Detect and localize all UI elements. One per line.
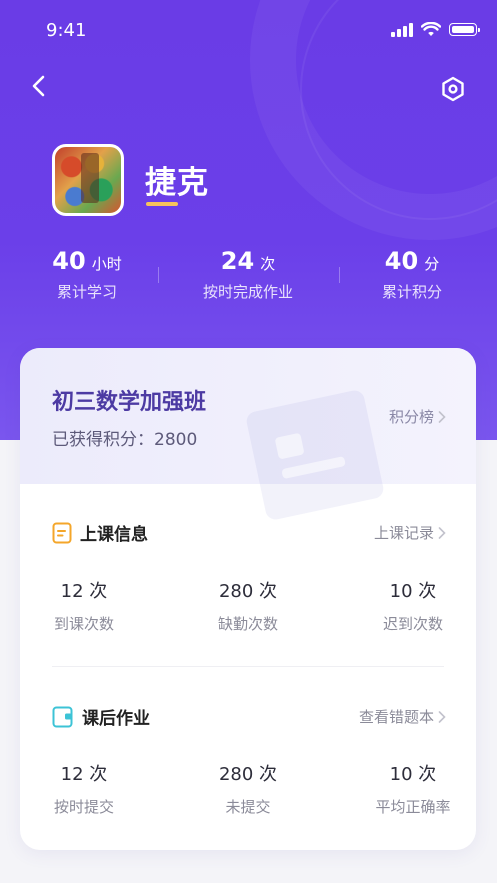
class-summary[interactable]: 初三数学加强班 已获得积分：2800 积分榜	[20, 348, 476, 522]
mistakes-book-link-label: 查看错题本	[358, 708, 434, 726]
stat-value: 40	[52, 247, 86, 275]
metric-label: 到课次数	[53, 615, 114, 633]
stat-divider	[339, 267, 340, 283]
back-button[interactable]	[26, 72, 52, 100]
stat-homework-on-time: 24 次 按时完成作业	[190, 247, 306, 302]
stat-total-points: 40 分 累计积分	[370, 247, 454, 302]
status-time: 9:41	[46, 20, 87, 41]
chevron-right-icon	[438, 526, 446, 539]
metric-label: 迟到次数	[382, 615, 443, 633]
stat-label: 按时完成作业	[202, 283, 293, 301]
status-icons	[391, 22, 480, 37]
metric-value: 280 次	[218, 581, 278, 602]
name-underline	[146, 202, 178, 206]
decorative-illustration	[244, 388, 386, 522]
stat-label: 累计积分	[381, 283, 442, 301]
wifi-icon	[421, 22, 441, 36]
leaderboard-link-label: 积分榜	[388, 408, 434, 426]
chevron-right-icon	[438, 710, 446, 723]
class-records-link[interactable]: 上课记录	[374, 522, 446, 543]
document-icon	[52, 522, 72, 543]
stat-value: 40	[384, 247, 419, 275]
metric-label: 平均正确率	[375, 798, 451, 816]
section-title-text: 课后作业	[82, 709, 150, 729]
metric-accuracy: 10 次 平均正确率	[356, 760, 470, 817]
leaderboard-link[interactable]: 积分榜	[389, 406, 446, 427]
section-title-text: 上课信息	[80, 525, 148, 545]
section-divider	[52, 666, 444, 667]
settings-button[interactable]	[440, 76, 466, 102]
class-card: 初三数学加强班 已获得积分：2800 积分榜 上课信息 上课记录 12 次 到课…	[20, 348, 476, 850]
stat-label: 累计学习	[56, 283, 117, 301]
stat-value: 24	[220, 247, 255, 275]
chevron-right-icon	[438, 410, 446, 423]
stat-divider	[158, 267, 159, 283]
stat-unit: 小时	[91, 255, 122, 273]
metric-value: 12 次	[60, 581, 108, 602]
notebook-icon	[52, 706, 73, 727]
hexagon-settings-icon	[442, 76, 464, 102]
avatar[interactable]	[52, 144, 124, 216]
battery-icon	[449, 23, 480, 36]
signal-icon	[391, 22, 413, 37]
metric-label: 按时提交	[53, 798, 114, 816]
metric-value: 280 次	[218, 764, 278, 785]
points-earned: 已获得积分：2800	[52, 430, 198, 450]
metric-label: 未提交	[225, 798, 271, 816]
metric-value: 10 次	[389, 581, 437, 602]
class-info-title: 上课信息	[52, 520, 148, 545]
metric-submitted-on-time: 12 次 按时提交	[42, 760, 126, 817]
mistakes-book-link[interactable]: 查看错题本	[359, 706, 446, 727]
metric-attendance: 12 次 到课次数	[42, 577, 126, 634]
metric-late: 10 次 迟到次数	[371, 577, 455, 634]
class-name: 初三数学加强班	[52, 390, 207, 415]
metric-label: 缺勤次数	[217, 615, 278, 633]
metric-not-submitted: 280 次 未提交	[206, 760, 290, 817]
homework-title: 课后作业	[52, 704, 150, 729]
class-records-link-label: 上课记录	[373, 524, 434, 542]
stat-unit: 分	[424, 255, 440, 273]
stat-study-hours: 40 小时 累计学习	[42, 247, 132, 302]
metric-value: 10 次	[389, 764, 437, 785]
stat-unit: 次	[260, 255, 276, 273]
profile-name: 捷克	[145, 165, 209, 201]
metric-absences: 280 次 缺勤次数	[206, 577, 290, 634]
metric-value: 12 次	[60, 764, 108, 785]
chevron-left-icon	[32, 75, 45, 97]
